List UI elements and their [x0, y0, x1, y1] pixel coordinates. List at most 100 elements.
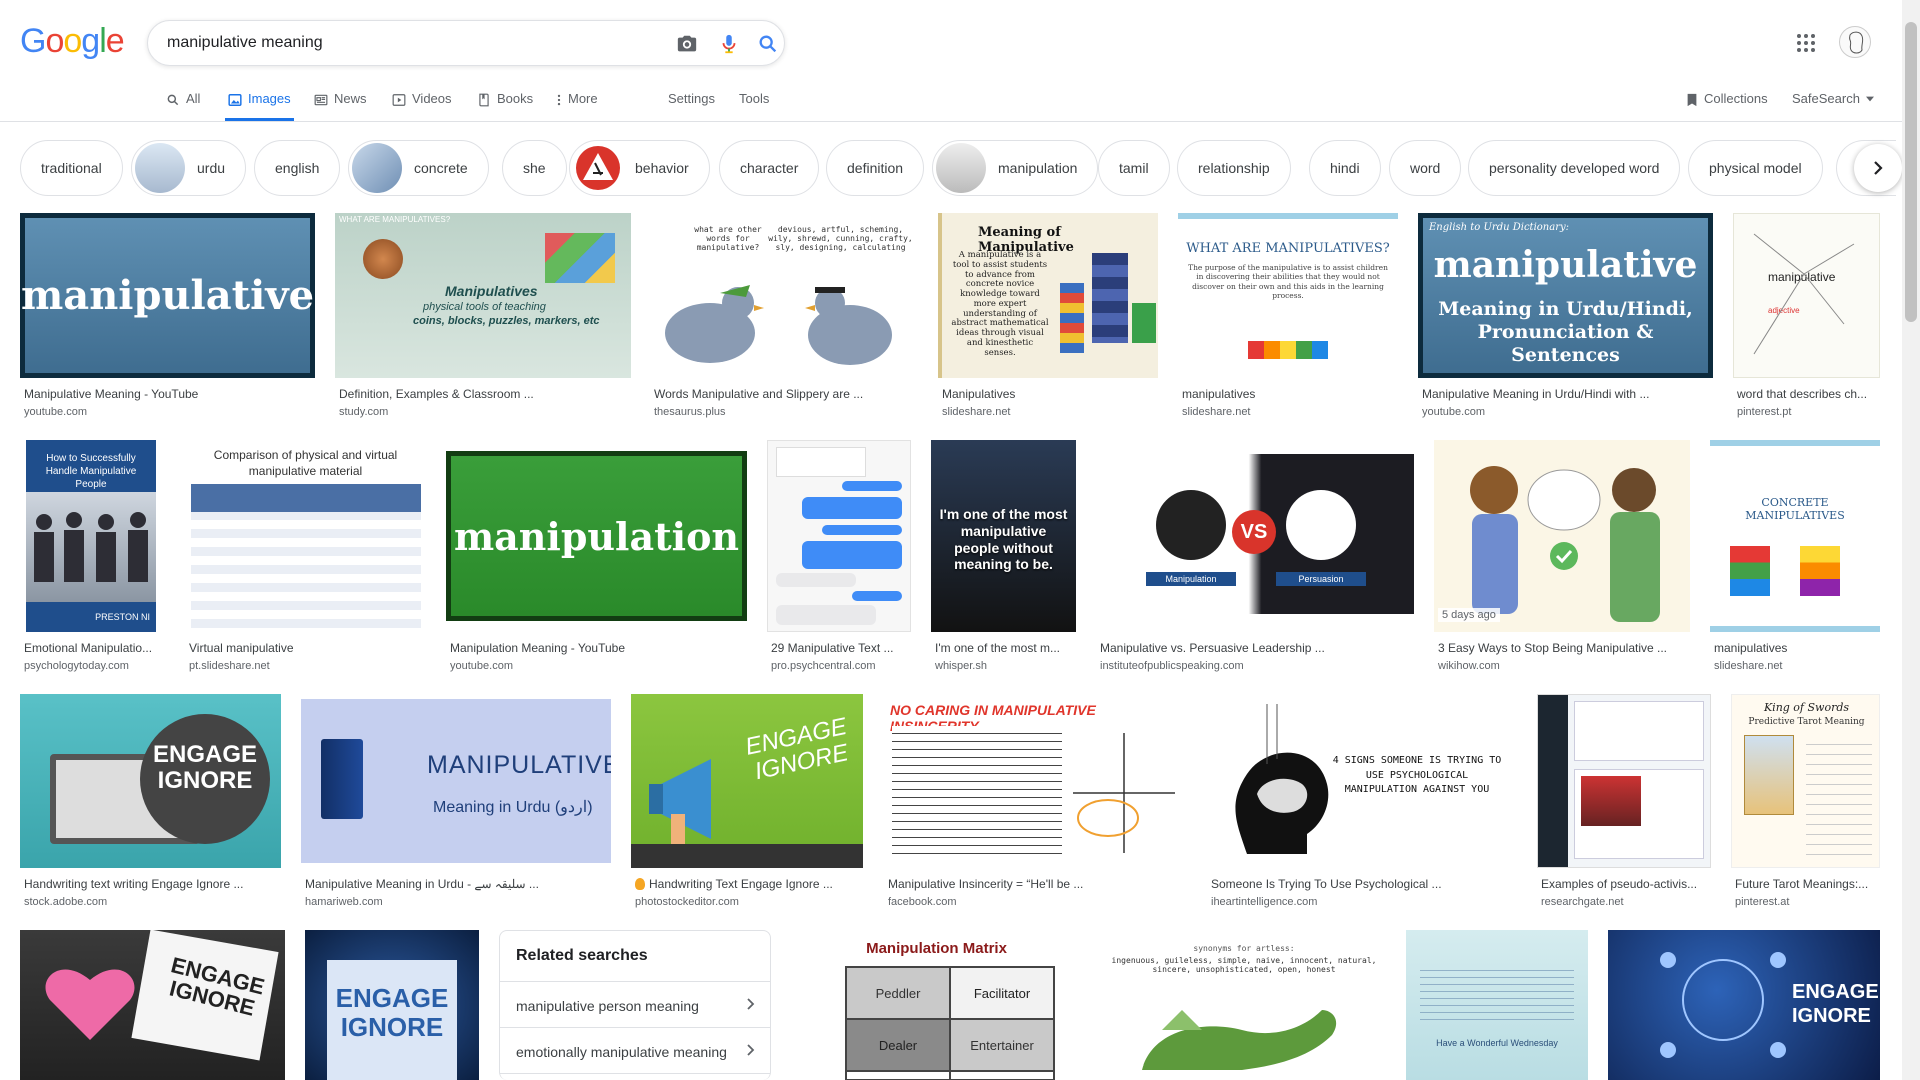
chip-english[interactable]: english — [254, 140, 341, 196]
result-title[interactable]: Manipulation Meaning - YouTube — [450, 641, 747, 655]
result-title[interactable]: Definition, Examples & Classroom ... — [339, 387, 631, 401]
chip-urdu[interactable]: urdu — [131, 140, 247, 196]
result-thumbnail[interactable]: NO CARING IN MANIPULATIVE INSINCERITY — [884, 694, 1187, 868]
chip-definition[interactable]: definition — [826, 140, 925, 196]
tab-videos[interactable]: Videos — [392, 91, 452, 121]
image-result[interactable]: Comparison of physical and virtual manip… — [185, 440, 426, 680]
google-logo[interactable]: Google — [20, 22, 125, 61]
result-site[interactable]: pinterest.at — [1735, 896, 1789, 908]
image-result[interactable]: WHAT ARE MANIPULATIVES? The purpose of t… — [1178, 213, 1398, 426]
mic-icon[interactable] — [718, 33, 740, 55]
result-title[interactable]: Manipulative Insincerity = “He'll be ... — [888, 877, 1187, 891]
safesearch-dropdown[interactable]: SafeSearch — [1792, 91, 1874, 121]
image-result[interactable]: ENGAGE IGNORE Handwriting Text Engage Ig… — [631, 694, 863, 916]
result-title[interactable]: Handwriting text writing Engage Ignore .… — [24, 877, 281, 891]
apps-grid-icon[interactable] — [1796, 33, 1816, 53]
result-title[interactable]: Manipulative vs. Persuasive Leadership .… — [1100, 641, 1414, 655]
result-thumbnail[interactable] — [767, 440, 911, 632]
result-thumbnail[interactable]: ENGAGE IGNORE — [1608, 930, 1880, 1080]
image-result[interactable]: WHAT ARE MANIPULATIVES? Manipulatives ph… — [335, 213, 631, 426]
image-result[interactable]: ENGAGE IGNORE Handwriting text writing E… — [20, 694, 281, 916]
result-title[interactable]: 29 Manipulative Text ... — [771, 641, 911, 655]
result-title[interactable]: 3 Easy Ways to Stop Being Manipulative .… — [1438, 641, 1690, 655]
result-thumbnail[interactable]: ENGAGE IGNORE — [20, 930, 285, 1080]
chip-relationship[interactable]: relationship — [1177, 140, 1291, 196]
scrollbar-thumb[interactable] — [1905, 22, 1917, 322]
result-thumbnail[interactable]: Have a Wonderful Wednesday — [1406, 930, 1588, 1080]
image-result[interactable]: Manipulation Matrix Peddler Facilitator … — [791, 930, 1082, 1080]
result-thumbnail[interactable]: 4 SIGNS SOMEONE IS TRYING TO USE PSYCHOL… — [1207, 694, 1517, 868]
result-site[interactable]: thesaurus.plus — [654, 406, 726, 418]
image-result[interactable]: what are other words for manipulative? d… — [650, 213, 918, 426]
result-site[interactable]: slideshare.net — [1182, 406, 1251, 418]
result-site[interactable]: photostockeditor.com — [635, 896, 739, 908]
search-icon[interactable] — [757, 33, 779, 55]
result-site[interactable]: whisper.sh — [935, 660, 987, 672]
image-result[interactable]: NO CARING IN MANIPULATIVE INSINCERITY Ma… — [884, 694, 1187, 916]
image-result[interactable]: manipulative Manipulative Meaning - YouT… — [20, 213, 315, 426]
result-title[interactable]: Future Tarot Meanings:... — [1735, 877, 1880, 891]
result-thumbnail[interactable]: manipulation — [446, 440, 747, 632]
tab-books[interactable]: Books — [477, 91, 533, 121]
result-title[interactable]: Someone Is Trying To Use Psychological .… — [1211, 877, 1517, 891]
image-result[interactable]: 5 days ago 3 Easy Ways to Stop Being Man… — [1434, 440, 1690, 680]
chips-next-button[interactable] — [1854, 144, 1902, 192]
camera-icon[interactable] — [676, 33, 698, 55]
result-thumbnail[interactable]: Meaning of Manipulative A manipulative i… — [938, 213, 1158, 378]
result-site[interactable]: researchgate.net — [1541, 896, 1624, 908]
result-site[interactable]: iheartintelligence.com — [1211, 896, 1317, 908]
chip-physical-model[interactable]: physical model — [1688, 140, 1823, 196]
image-result[interactable]: manipulation Manipulation Meaning - YouT… — [446, 440, 747, 680]
result-thumbnail[interactable]: 5 days ago — [1434, 440, 1690, 632]
tab-all[interactable]: All — [166, 91, 200, 121]
result-site[interactable]: slideshare.net — [942, 406, 1011, 418]
image-result[interactable]: 29 Manipulative Text ... pro.psychcentra… — [767, 440, 911, 680]
result-thumbnail[interactable]: WHAT ARE MANIPULATIVES? Manipulatives ph… — [335, 213, 631, 378]
result-site[interactable]: hamariweb.com — [305, 896, 383, 908]
result-site[interactable]: youtube.com — [450, 660, 513, 672]
page-scrollbar[interactable] — [1902, 0, 1920, 1080]
image-result[interactable]: ENGAGE IGNORE — [20, 930, 285, 1080]
result-title[interactable]: Handwriting Text Engage Ignore ... — [635, 877, 863, 891]
result-thumbnail[interactable]: Manipulation Matrix Peddler Facilitator … — [791, 930, 1082, 1080]
image-result[interactable]: CONCRETE MANIPULATIVES manipulatives sli… — [1710, 440, 1880, 680]
collections-link[interactable]: Collections — [1686, 91, 1768, 121]
chip-manipulation[interactable]: manipulation — [932, 140, 1099, 196]
image-result[interactable]: Examples of pseudo-activis... researchga… — [1537, 694, 1711, 916]
chip-character[interactable]: character — [719, 140, 820, 196]
tab-images[interactable]: Images — [225, 91, 294, 121]
result-title[interactable]: Examples of pseudo-activis... — [1541, 877, 1711, 891]
result-thumbnail[interactable]: ENGAGE IGNORE — [305, 930, 479, 1080]
search-input[interactable] — [167, 31, 627, 55]
result-site[interactable]: wikihow.com — [1438, 660, 1500, 672]
result-site[interactable]: youtube.com — [1422, 406, 1485, 418]
image-result[interactable]: synonyms for artless: ingenuous, guilele… — [1102, 930, 1386, 1080]
related-search-item[interactable]: emotionally manipulative meaning — [500, 1027, 770, 1073]
result-site[interactable]: pt.slideshare.net — [189, 660, 270, 672]
image-result[interactable]: English to Urdu Dictionary: manipulative… — [1418, 213, 1713, 426]
result-site[interactable]: instituteofpublicspeaking.com — [1100, 660, 1244, 672]
result-site[interactable]: pinterest.pt — [1737, 406, 1791, 418]
chip-behavior[interactable]: behavior — [569, 140, 710, 196]
result-title[interactable]: manipulatives — [1714, 641, 1880, 655]
image-result[interactable]: Meaning of Manipulative A manipulative i… — [938, 213, 1158, 426]
result-site[interactable]: youtube.com — [24, 406, 87, 418]
image-result[interactable]: 4 SIGNS SOMEONE IS TRYING TO USE PSYCHOL… — [1207, 694, 1517, 916]
result-site[interactable]: stock.adobe.com — [24, 896, 107, 908]
result-title[interactable]: Manipulatives — [942, 387, 1158, 401]
result-thumbnail[interactable]: ENGAGE IGNORE — [631, 694, 863, 868]
result-thumbnail[interactable]: How to Successfully Handle Manipulative … — [20, 440, 165, 632]
result-thumbnail[interactable]: manipulative — [20, 213, 315, 378]
result-thumbnail[interactable]: King of Swords Predictive Tarot Meaning — [1731, 694, 1880, 868]
result-thumbnail[interactable]: manipulative adjective — [1733, 213, 1880, 378]
chip-traditional[interactable]: traditional — [20, 140, 123, 196]
tab-news[interactable]: News — [314, 91, 367, 121]
result-title[interactable]: Manipulative Meaning in Urdu - سلیقہ سے … — [305, 877, 611, 891]
result-thumbnail[interactable]: WHAT ARE MANIPULATIVES? The purpose of t… — [1178, 213, 1398, 378]
image-result[interactable]: Have a Wonderful Wednesday — [1406, 930, 1588, 1080]
result-thumbnail[interactable]: English to Urdu Dictionary: manipulative… — [1418, 213, 1713, 378]
related-search-item[interactable]: manipulative person meaning — [500, 981, 770, 1027]
image-result[interactable]: ENGAGE IGNORE — [1608, 930, 1880, 1080]
image-result[interactable]: ENGAGE IGNORE — [305, 930, 479, 1080]
chip-she[interactable]: she — [502, 140, 567, 196]
